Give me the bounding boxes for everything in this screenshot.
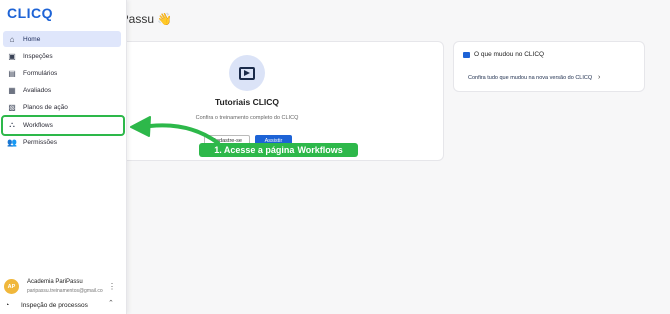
clicq-logo[interactable]: CLICQ — [7, 5, 53, 21]
news-link[interactable]: Confira tudo que mudou na nova versão do… — [468, 75, 592, 81]
permissions-icon: 👥 — [7, 137, 17, 147]
user-profile[interactable]: AP Academia PariPassu paripassu.treiname… — [0, 276, 127, 296]
chevron-up-icon[interactable]: ⌃ — [108, 299, 114, 307]
video-icon — [229, 55, 265, 91]
sidebar-item-planos-de-acao[interactable]: ▧ Planos de ação — [3, 99, 121, 115]
sidebar-item-label: Home — [23, 35, 41, 43]
tutorial-subtitle: Confira o treinamento completo do CLICQ — [195, 115, 299, 121]
avatar: AP — [4, 279, 19, 294]
sidebar-item-formularios[interactable]: ▤ Formulários — [3, 65, 121, 81]
more-options-icon[interactable]: ⋮ — [108, 282, 116, 291]
news-card — [453, 41, 645, 92]
chevron-right-icon[interactable]: › — [598, 74, 600, 81]
process-selector[interactable]: ◔ Inspeção de processos — [5, 299, 120, 311]
process-label: Inspeção de processos — [21, 301, 88, 309]
form-icon: ▤ — [8, 68, 16, 78]
action-plan-icon: ▧ — [8, 102, 16, 112]
process-icon: ◔ — [5, 301, 10, 309]
annotation-highlight: Workflows — [297, 145, 343, 155]
sidebar-item-label: Inspeções — [23, 52, 53, 60]
home-icon: ⌂ — [9, 34, 15, 44]
sidebar-item-avaliados[interactable]: ▦ Avaliados — [3, 82, 121, 98]
sidebar-item-label: Avaliados — [23, 86, 52, 94]
evaluated-icon: ▦ — [8, 85, 16, 95]
sidebar-item-permissoes[interactable]: 👥 Permissões — [3, 134, 121, 150]
sidebar-item-inspecoes[interactable]: ▣ Inspeções — [3, 48, 121, 64]
sidebar-item-label: Permissões — [23, 138, 57, 146]
sidebar-item-label: Formulários — [23, 69, 58, 77]
user-email: paripassu.treinamentos@gmail.com — [27, 288, 103, 294]
tutorial-title: Tutoriais CLICQ — [214, 97, 280, 107]
news-title: O que mudou no CLICQ — [474, 51, 545, 58]
sidebar: CLICQ ⌂ Home ▣ Inspeções ▤ Formulários ▦… — [0, 0, 127, 314]
user-name: Academia PariPassu — [27, 279, 83, 285]
workflows-highlight-box — [1, 115, 125, 136]
sidebar-item-label: Planos de ação — [23, 103, 68, 111]
news-icon — [463, 52, 470, 58]
annotation-text: 1. Acesse a página — [214, 145, 295, 155]
annotation-callout: 1. Acesse a página Workflows — [199, 143, 358, 157]
inspection-icon: ▣ — [8, 51, 16, 61]
sidebar-item-home[interactable]: ⌂ Home — [3, 31, 121, 47]
